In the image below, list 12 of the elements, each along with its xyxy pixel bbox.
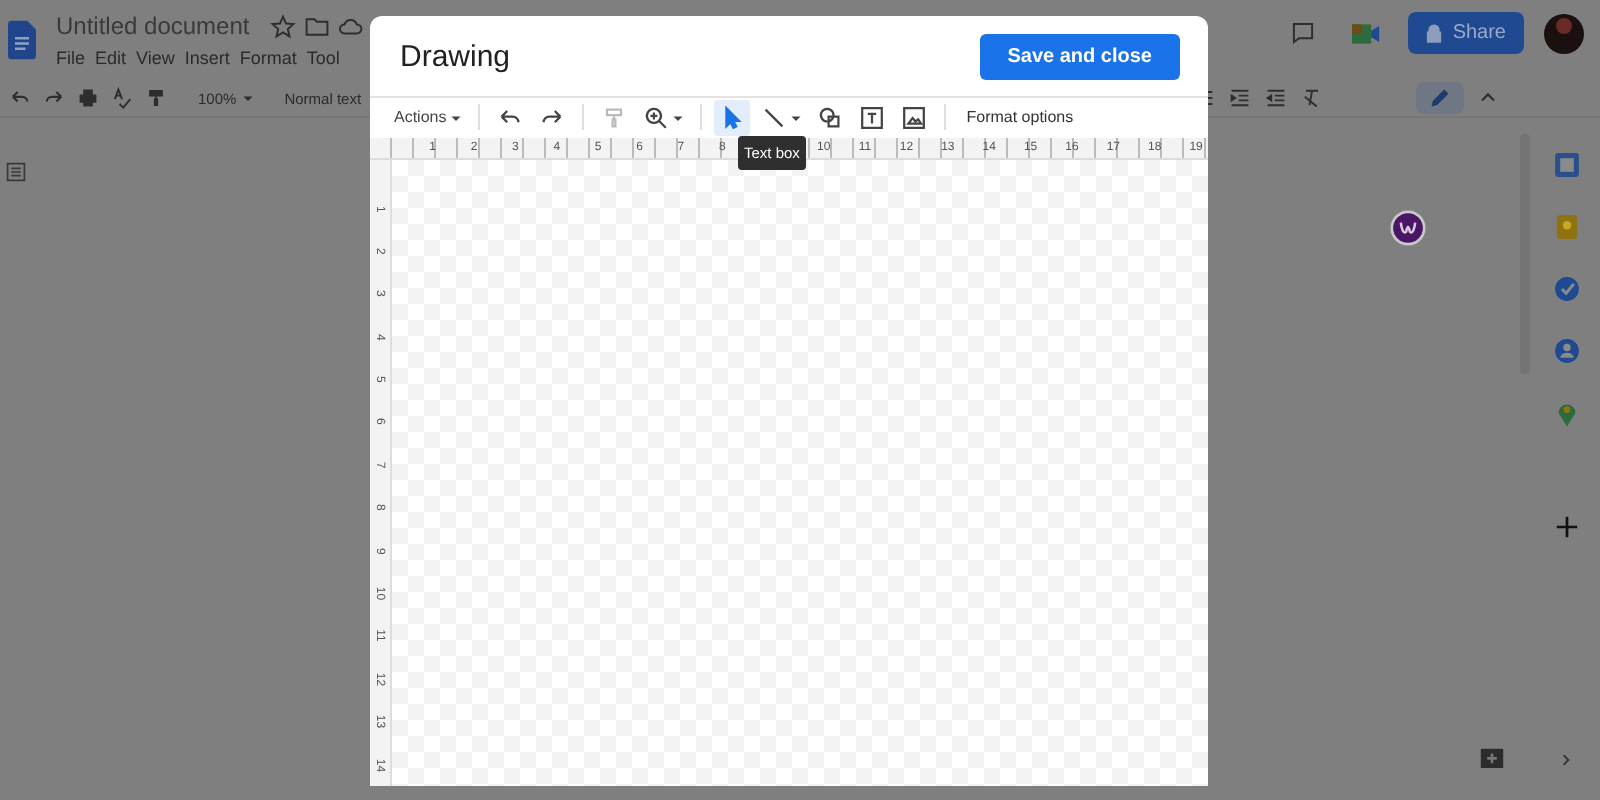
- menu-item[interactable]: Edit: [95, 48, 127, 68]
- format-options-button[interactable]: Format options: [958, 104, 1082, 131]
- menu-item[interactable]: File: [56, 48, 86, 68]
- dialog-title: Drawing: [400, 39, 511, 74]
- share-button[interactable]: Share: [1408, 12, 1524, 54]
- menu-item[interactable]: View: [136, 48, 175, 68]
- menu-item[interactable]: Insert: [184, 48, 230, 68]
- document-title[interactable]: Untitled document: [56, 12, 250, 40]
- actions-menu[interactable]: Actions: [390, 104, 467, 131]
- menu-item[interactable]: Format: [239, 48, 297, 68]
- menu-item[interactable]: Tool: [306, 48, 340, 68]
- save-and-close-button[interactable]: Save and close: [979, 33, 1180, 80]
